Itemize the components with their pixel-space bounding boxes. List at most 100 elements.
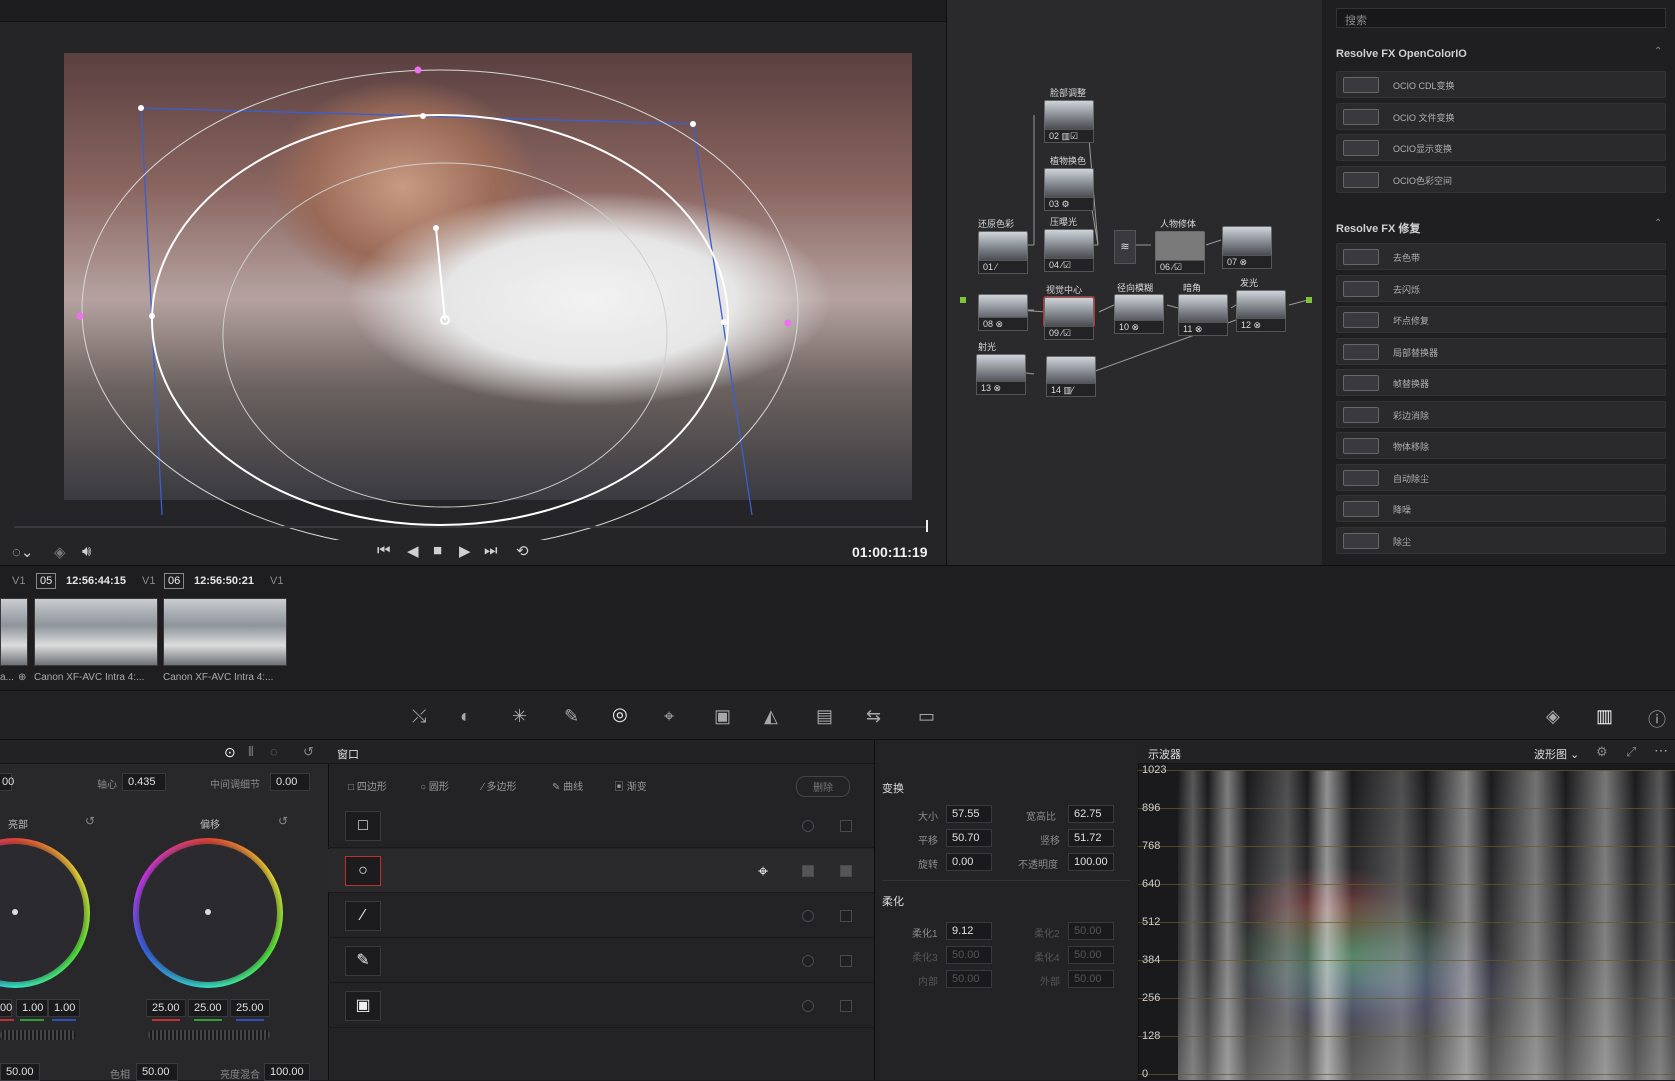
node-01[interactable] bbox=[978, 231, 1028, 261]
node-13[interactable] bbox=[976, 354, 1026, 384]
add-polygon-window[interactable]: ⁄ 多边形 bbox=[482, 778, 516, 793]
skip-to-start-icon[interactable]: ⏮︎ bbox=[377, 542, 391, 559]
quad-window-icon[interactable]: □ bbox=[345, 811, 381, 841]
clip-thumbnail[interactable] bbox=[163, 598, 287, 666]
reset-icon[interactable]: ↺ bbox=[278, 814, 288, 828]
add-quad-window[interactable]: □ 四边形 bbox=[348, 778, 387, 793]
window-row-quad[interactable] bbox=[328, 804, 874, 848]
offset-b-field[interactable]: 25.00 bbox=[230, 999, 270, 1017]
collapse-icon[interactable]: ⌃ bbox=[1654, 46, 1662, 57]
scrubber-bar[interactable] bbox=[14, 526, 928, 528]
play-icon[interactable]: ▶ bbox=[459, 542, 471, 560]
fx-section-ocio[interactable]: Resolve FX OpenColorIO bbox=[1336, 48, 1467, 60]
playhead[interactable] bbox=[926, 520, 928, 532]
offset-master-dial[interactable] bbox=[148, 1030, 270, 1040]
node-02[interactable] bbox=[1044, 100, 1094, 130]
add-curve-window[interactable]: ✎ 曲线 bbox=[552, 778, 583, 793]
delete-window-button[interactable]: 删除 bbox=[796, 776, 850, 797]
fx-item[interactable]: 帧替换器 bbox=[1336, 369, 1666, 396]
fx-search-input[interactable]: 搜索 bbox=[1336, 8, 1666, 28]
add-gradient-window[interactable]: ▣ 渐变 bbox=[614, 778, 647, 793]
curve-window-icon[interactable]: ✎ bbox=[345, 946, 381, 976]
node-06[interactable] bbox=[1155, 231, 1205, 261]
offset-g-field[interactable]: 25.00 bbox=[188, 999, 228, 1017]
value-field[interactable]: 00 bbox=[0, 773, 14, 791]
gain-master-field[interactable]: 00 bbox=[0, 999, 12, 1017]
fx-item[interactable]: OCIO色彩空间 bbox=[1336, 165, 1666, 193]
fx-item[interactable]: 局部替换器 bbox=[1336, 337, 1666, 365]
wheels-mode-icon[interactable]: ⊙ bbox=[224, 744, 236, 761]
qualifier-icon[interactable]: ✳ bbox=[512, 706, 527, 727]
scope-settings-icon[interactable]: ⚙ bbox=[1596, 744, 1608, 760]
gain-b-field[interactable]: 1.00 bbox=[48, 999, 80, 1017]
power-window-overlay[interactable] bbox=[0, 0, 946, 540]
fx-item[interactable]: 自动除尘 bbox=[1336, 463, 1666, 491]
gain-g-field[interactable]: 1.00 bbox=[16, 999, 48, 1017]
layers-icon[interactable]: ◈ bbox=[54, 543, 66, 561]
window-invert-toggle[interactable] bbox=[802, 910, 814, 922]
tracker-icon[interactable]: ⌖ bbox=[664, 706, 674, 727]
fx-item[interactable]: OCIO CDL变换 bbox=[1336, 71, 1666, 98]
gain-master-dial[interactable] bbox=[0, 1030, 76, 1040]
more-options-icon[interactable]: ⋯ bbox=[1654, 742, 1668, 759]
loop-icon[interactable]: ⟲ bbox=[516, 542, 529, 560]
scope-mode-dropdown[interactable]: 波形图 ⌄ bbox=[1534, 746, 1579, 762]
output-port[interactable] bbox=[1306, 297, 1312, 303]
window-mask-toggle[interactable] bbox=[840, 865, 852, 877]
scopes-icon[interactable]: ▥ bbox=[1596, 706, 1613, 727]
fx-item[interactable]: 除尘 bbox=[1336, 526, 1666, 554]
gradient-window-icon[interactable]: ▣ bbox=[345, 991, 381, 1021]
expand-icon[interactable]: ⤢ bbox=[1626, 744, 1636, 760]
node-03[interactable] bbox=[1044, 168, 1094, 198]
lum-mix-field[interactable]: 100.00 bbox=[264, 1063, 310, 1081]
fx-item[interactable]: 坏点修复 bbox=[1336, 306, 1666, 333]
fx-item[interactable]: 去色带 bbox=[1336, 243, 1666, 270]
fx-item[interactable]: 去闪烁 bbox=[1336, 274, 1666, 302]
clip-thumbnail[interactable] bbox=[0, 598, 28, 666]
window-mask-toggle[interactable] bbox=[840, 1000, 852, 1012]
aspect-field[interactable]: 62.75 bbox=[1068, 805, 1114, 823]
soft1-field[interactable]: 9.12 bbox=[946, 922, 992, 940]
collapse-icon[interactable]: ⌃ bbox=[1654, 218, 1662, 229]
reset-icon[interactable]: ↺ bbox=[303, 744, 314, 760]
node-12[interactable] bbox=[1236, 290, 1286, 320]
color-warper-icon[interactable]: ◐ bbox=[460, 706, 471, 727]
fx-item[interactable]: OCIO 文件变换 bbox=[1336, 102, 1666, 130]
viewer-mode-icon[interactable]: ◌⌄ bbox=[12, 543, 33, 561]
magic-mask-icon[interactable]: ▣ bbox=[714, 706, 731, 727]
node-09[interactable] bbox=[1043, 296, 1095, 328]
window-row-circle[interactable] bbox=[328, 849, 874, 893]
window-row-line[interactable] bbox=[328, 894, 874, 938]
opacity-field[interactable]: 100.00 bbox=[1068, 853, 1114, 871]
node-07[interactable] bbox=[1222, 226, 1272, 256]
window-invert-toggle[interactable] bbox=[802, 820, 814, 832]
pan-field[interactable]: 50.70 bbox=[946, 829, 992, 847]
window-row-gradient[interactable] bbox=[328, 984, 874, 1028]
offset-r-field[interactable]: 25.00 bbox=[146, 999, 186, 1017]
crosshair-icon[interactable]: ⌖ bbox=[758, 861, 768, 882]
stop-icon[interactable]: ■ bbox=[433, 542, 442, 559]
window-mask-toggle[interactable] bbox=[840, 820, 852, 832]
blur-icon[interactable]: ◭ bbox=[764, 706, 778, 727]
node-11[interactable] bbox=[1178, 294, 1228, 324]
window-mask-toggle[interactable] bbox=[840, 955, 852, 967]
fx-section-repair[interactable]: Resolve FX 修复 bbox=[1336, 220, 1420, 236]
node-04[interactable] bbox=[1044, 229, 1094, 259]
skip-to-end-icon[interactable]: ⏭︎ bbox=[484, 542, 498, 559]
bars-mode-icon[interactable]: ⦀ bbox=[248, 744, 254, 760]
size-field[interactable]: 57.55 bbox=[946, 805, 992, 823]
fx-item[interactable]: 降噪 bbox=[1336, 495, 1666, 522]
polygon-window-icon[interactable]: ⁄ bbox=[345, 901, 381, 931]
fx-item[interactable]: 物体移除 bbox=[1336, 432, 1666, 459]
node-14[interactable] bbox=[1046, 356, 1096, 386]
fx-item[interactable]: 彩边消除 bbox=[1336, 400, 1666, 428]
fx-item[interactable]: OCIO显示变换 bbox=[1336, 134, 1666, 161]
curves-icon[interactable]: ⤯ bbox=[412, 706, 426, 727]
midtone-field[interactable]: 0.00 bbox=[270, 773, 310, 791]
reset-icon[interactable]: ↺ bbox=[85, 814, 95, 828]
3d-icon[interactable]: ▭ bbox=[918, 706, 935, 727]
rotate-field[interactable]: 0.00 bbox=[946, 853, 992, 871]
input-port[interactable] bbox=[960, 297, 966, 303]
circle-window-icon[interactable]: ○ bbox=[345, 856, 381, 886]
window-invert-toggle[interactable] bbox=[802, 955, 814, 967]
